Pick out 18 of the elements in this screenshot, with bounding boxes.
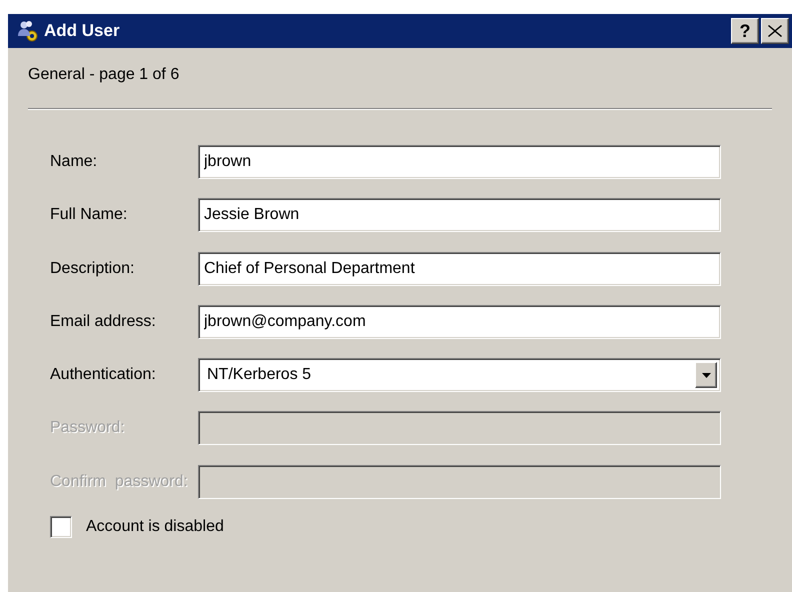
dropdown-field[interactable]: NT/Kerberos 5 [198,358,721,392]
caret-icon [702,372,710,378]
field-label: Authentication: [49,366,157,384]
field-label: Name: [49,153,98,171]
page-header: General - page 1 of 6 [27,65,180,85]
help-button[interactable]: ? [731,18,759,44]
window-title: Add User [44,21,121,41]
close-button[interactable] [761,18,789,44]
input-field[interactable]: Jessie Brown [198,198,721,232]
users-gear-icon [16,19,40,43]
input-field[interactable]: Chief of Personal Department [198,252,721,286]
dropdown-button[interactable] [695,362,717,388]
field-label: Description: [49,260,136,278]
checkbox-label[interactable]: Account is disabled [86,518,224,536]
field-label: Email address: [49,312,157,331]
checkbox[interactable] [50,516,72,538]
close-icon [768,25,782,37]
field-label: Full Name: [49,206,128,224]
